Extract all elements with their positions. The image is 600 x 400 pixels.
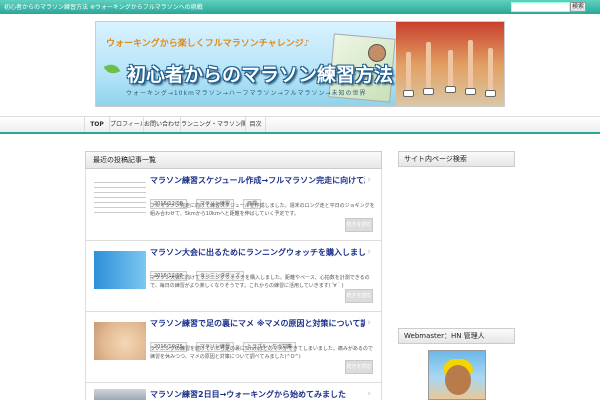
banner-subtitle-bottom: ウォーキング→10kmマラソン→ハーフマラソン→フルマラソン→未知の世界 [126,90,367,97]
post-item[interactable]: マラソン練習2日目→ウォーキングから始めてみました › [85,383,382,400]
chevron-right-icon[interactable]: › [367,318,371,328]
post-title-link[interactable]: マラソン大会に出るためにランニングウォッチを購入しました(^O^)／ [150,247,365,258]
post-thumbnail[interactable] [94,251,146,289]
search-input[interactable] [511,2,570,12]
post-thumbnail[interactable] [94,389,146,400]
top-bar: 初心者からのマラソン練習方法 ※ウォーキングからフルマラソンへの挑戦 検索 [0,0,600,14]
post-title-link[interactable]: マラソン練習スケジュール作成→フルマラソン完走に向けて頑張る(;´∀｀) [150,175,365,186]
global-nav: TOP プロフィール お問い合わせ ランニング・マラソン関連記事一覧 目次 [0,116,600,134]
nav-item-articles[interactable]: ランニング・マラソン関連記事一覧 [181,117,246,132]
post-title-link[interactable]: マラソン練習で足の裏にマメ ※マメの原因と対策について調べてみました [150,318,365,329]
post-thumbnail[interactable] [94,179,146,217]
recent-posts-header: 最近の投稿記事一覧 [85,151,382,169]
banner-runners-photo [396,22,504,106]
post-item[interactable]: マラソン練習スケジュール作成→フルマラソン完走に向けて頑張る(;´∀｀) › 2… [85,169,382,241]
banner-subtitle-top: ウォーキングから楽しくフルマラソンチャレンジ♪ [106,39,310,49]
post-excerpt: ランニングの練習を続けていたら足の裏に5mmほどのマメができてしまいました。痛み… [150,346,373,360]
site-banner[interactable]: ウォーキングから楽しくフルマラソンチャレンジ♪ 初心者からのマラソン練習方法 ウ… [95,21,505,107]
post-item[interactable]: マラソン練習で足の裏にマメ ※マメの原因と対策について調べてみました › 201… [85,312,382,383]
post-item[interactable]: マラソン大会に出るためにランニングウォッチを購入しました(^O^)／ › 201… [85,241,382,312]
banner-title: 初心者からのマラソン練習方法 [127,64,394,86]
chevron-right-icon[interactable]: › [367,247,371,257]
read-more-button[interactable]: 続きを読む [345,218,373,232]
post-excerpt: マラソン大会に向けてランニングウォッチを購入しました。距離やペース、心拍数を計測… [150,275,370,289]
read-more-button[interactable]: 続きを読む [345,289,373,303]
chevron-right-icon[interactable]: › [367,389,371,399]
search-button[interactable]: 検索 [570,2,586,12]
read-more-button[interactable]: 続きを読む [345,360,373,374]
avatar [428,350,486,400]
sidebar-search-header: サイト内ページ検索 [398,151,515,167]
site-tagline: 初心者からのマラソン練習方法 ※ウォーキングからフルマラソンへの挑戦 [4,4,203,11]
post-excerpt: フルマラソン完走に向けて練習スケジュールを作成しました。週末のロング走と平日のジ… [150,203,375,217]
nav-item-top[interactable]: TOP [84,117,110,132]
sidebar-profile-header: Webmaster：HN 管理人 [398,328,515,344]
post-thumbnail[interactable] [94,322,146,360]
post-title-link[interactable]: マラソン練習2日目→ウォーキングから始めてみました [150,389,365,400]
nav-item-profile[interactable]: プロフィール [110,117,144,132]
chevron-right-icon[interactable]: › [367,175,371,185]
nav-item-index[interactable]: 目次 [246,117,266,132]
nav-item-contact[interactable]: お問い合わせ [144,117,181,132]
